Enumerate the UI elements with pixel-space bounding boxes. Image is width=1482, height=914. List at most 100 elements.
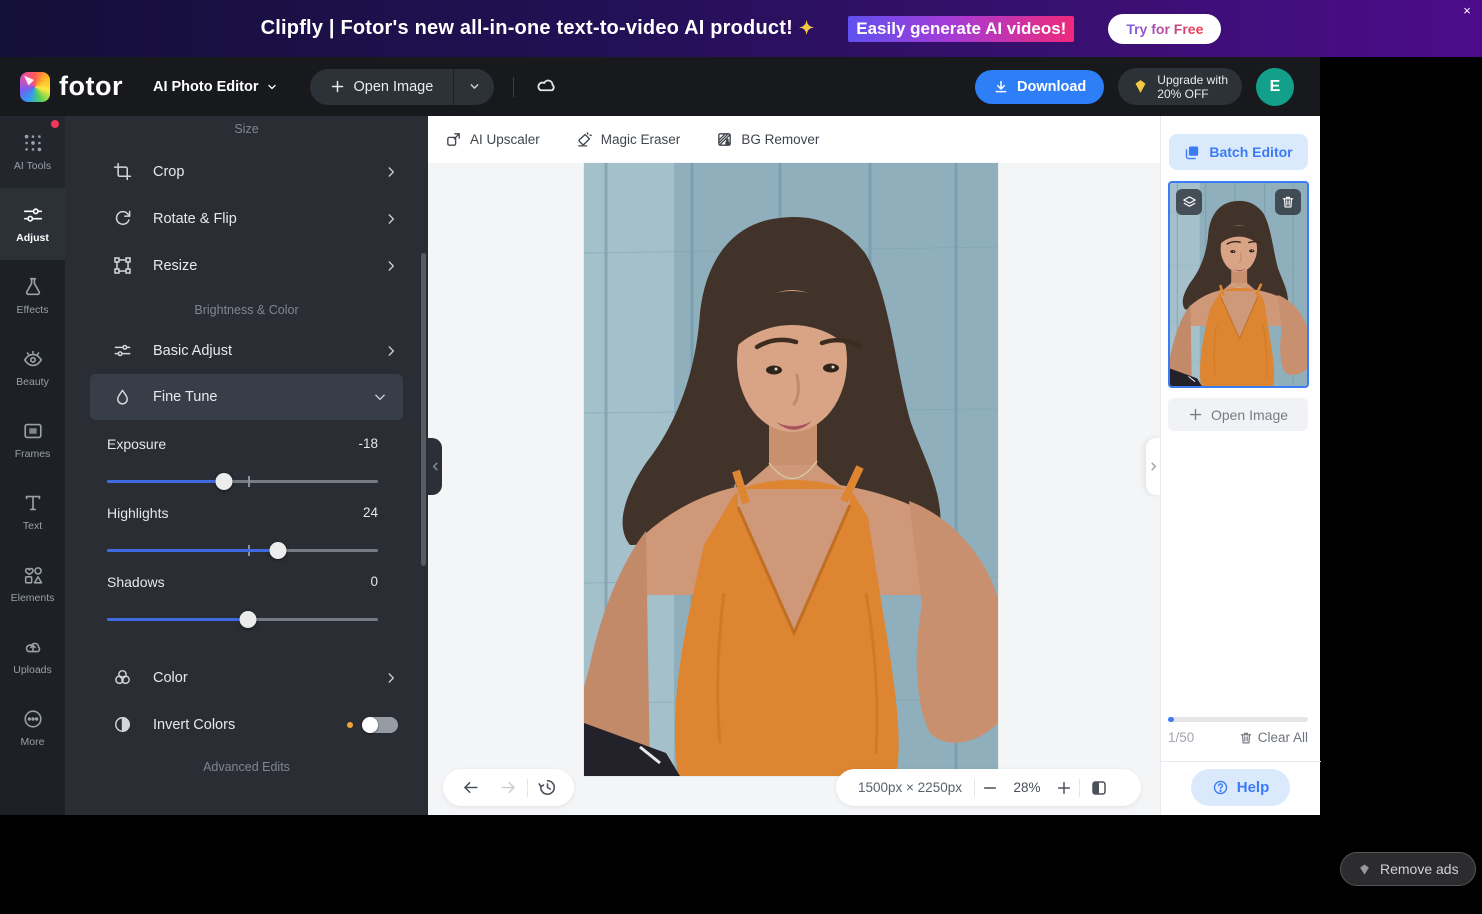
user-avatar[interactable]: E (1256, 68, 1294, 106)
delete-image-button[interactable] (1275, 189, 1301, 215)
panel-scrollbar[interactable] (421, 253, 426, 566)
basic-adjust-icon (113, 341, 132, 360)
batch-open-image-button[interactable]: Open Image (1168, 398, 1308, 431)
invert-colors-icon (113, 715, 132, 734)
fine-tune-icon (113, 388, 132, 407)
zoom-in-button[interactable] (1049, 769, 1079, 806)
plus-icon (330, 79, 345, 94)
editor-canvas: AI Upscaler Magic Eraser BG Remover (428, 116, 1160, 815)
more-icon (22, 708, 44, 730)
slider-highlights: Highlights 24 (107, 505, 378, 558)
rotate-icon (113, 209, 132, 228)
open-image-button[interactable]: Open Image (310, 69, 454, 105)
history-button[interactable] (528, 769, 566, 806)
frame-icon (22, 420, 44, 442)
main-sidebar: AI Tools Adjust Effects Beauty Frames (0, 116, 65, 815)
sliders-icon (22, 204, 44, 226)
collapse-left-panel-handle[interactable] (428, 438, 442, 495)
tab-ai-upscaler[interactable]: AI Upscaler (445, 131, 540, 148)
slider-track[interactable] (107, 611, 378, 627)
section-heading-size: Size (65, 120, 428, 138)
panel-item-color[interactable]: Color (65, 654, 428, 701)
panel-item-basic-adjust[interactable]: Basic Adjust (65, 327, 428, 374)
invert-colors-toggle[interactable] (362, 717, 398, 733)
promo-banner: Clipfly | Fotor's new all-in-one text-to… (0, 0, 1482, 57)
collapse-right-panel-handle[interactable] (1146, 438, 1160, 495)
app-header: fotor AI Photo Editor Open Image (0, 57, 1320, 116)
open-image-split-button: Open Image (310, 69, 495, 105)
open-image-more-button[interactable] (454, 69, 494, 105)
image-thumbnail[interactable] (1168, 181, 1309, 388)
chevron-left-icon (430, 461, 441, 472)
redo-button[interactable] (489, 769, 527, 806)
canvas-toolbar: AI Upscaler Magic Eraser BG Remover (428, 116, 1160, 163)
panel-item-rotate-flip[interactable]: Rotate & Flip (65, 195, 428, 242)
slider-handle[interactable] (215, 473, 232, 490)
sidebar-item-uploads[interactable]: Uploads (0, 620, 65, 692)
slider-track[interactable] (107, 542, 378, 558)
panel-item-crop[interactable]: Crop (65, 148, 428, 195)
trash-icon (1281, 195, 1295, 209)
banner-close-icon[interactable]: × (1458, 2, 1476, 20)
sidebar-item-effects[interactable]: Effects (0, 260, 65, 332)
text-icon (22, 492, 44, 514)
panel-item-resize[interactable]: Resize (65, 242, 428, 289)
zoom-level: 28% (1005, 780, 1049, 795)
diamond-icon (1132, 78, 1149, 95)
sidebar-item-frames[interactable]: Frames (0, 404, 65, 476)
plus-icon (1188, 407, 1203, 422)
trash-icon (1239, 731, 1253, 745)
panel-item-invert-colors[interactable]: Invert Colors (65, 701, 428, 748)
clear-all-button[interactable]: Clear All (1239, 730, 1308, 745)
batch-editor-button[interactable]: Batch Editor (1169, 134, 1308, 170)
bg-remover-icon (716, 131, 733, 148)
slider-label: Exposure (107, 436, 166, 456)
chevron-down-icon (373, 390, 387, 404)
history-toolbar (443, 769, 574, 806)
undo-button[interactable] (451, 769, 489, 806)
sidebar-item-text[interactable]: Text (0, 476, 65, 548)
slider-exposure: Exposure -18 (107, 436, 378, 489)
plus-icon (1056, 780, 1072, 796)
slider-handle[interactable] (269, 542, 286, 559)
promo-highlight: Easily generate AI videos! (848, 16, 1074, 42)
sidebar-item-beauty[interactable]: Beauty (0, 332, 65, 404)
cloud-sync-icon[interactable] (533, 74, 559, 100)
chevron-right-icon (384, 212, 398, 226)
sidebar-item-ai-tools[interactable]: AI Tools (0, 116, 65, 188)
try-for-free-button[interactable]: Try for Free (1108, 14, 1221, 44)
layers-button[interactable] (1176, 189, 1202, 215)
cloud-upload-icon (22, 636, 44, 658)
compare-button[interactable] (1080, 769, 1118, 806)
adjust-panel: Size Crop Rotate & Flip Resize (65, 116, 428, 815)
fotor-logo[interactable]: fotor (20, 71, 123, 102)
slider-track[interactable] (107, 473, 378, 489)
sidebar-item-adjust[interactable]: Adjust (0, 188, 65, 260)
batch-layers-icon (1184, 144, 1201, 161)
help-button[interactable]: Help (1191, 769, 1290, 806)
tool-switcher-dropdown[interactable]: AI Photo Editor (153, 79, 278, 95)
slider-handle[interactable] (239, 611, 256, 628)
crop-icon (113, 162, 132, 181)
premium-dot (347, 722, 353, 728)
download-button[interactable]: Download (975, 70, 1104, 104)
flask-icon (22, 276, 44, 298)
sidebar-item-more[interactable]: More (0, 692, 65, 764)
notification-dot (51, 120, 59, 128)
section-heading-advanced-edits: Advanced Edits (65, 758, 428, 776)
chevron-right-icon (384, 165, 398, 179)
slider-label: Highlights (107, 505, 168, 525)
panel-item-fine-tune[interactable]: Fine Tune (90, 374, 403, 420)
upgrade-button[interactable]: Upgrade with20% OFF (1118, 68, 1242, 105)
minus-icon (982, 780, 998, 796)
remove-ads-button[interactable]: Remove ads (1340, 852, 1476, 886)
batch-panel: Batch Editor Open Image (1160, 116, 1320, 815)
tab-bg-remover[interactable]: BG Remover (716, 131, 819, 148)
slider-shadows: Shadows 0 (107, 574, 378, 627)
canvas-image[interactable] (584, 163, 998, 776)
zoom-out-button[interactable] (975, 769, 1005, 806)
sidebar-item-elements[interactable]: Elements (0, 548, 65, 620)
tab-magic-eraser[interactable]: Magic Eraser (576, 131, 681, 148)
eye-icon (22, 348, 44, 370)
diamond-icon (1357, 862, 1372, 877)
